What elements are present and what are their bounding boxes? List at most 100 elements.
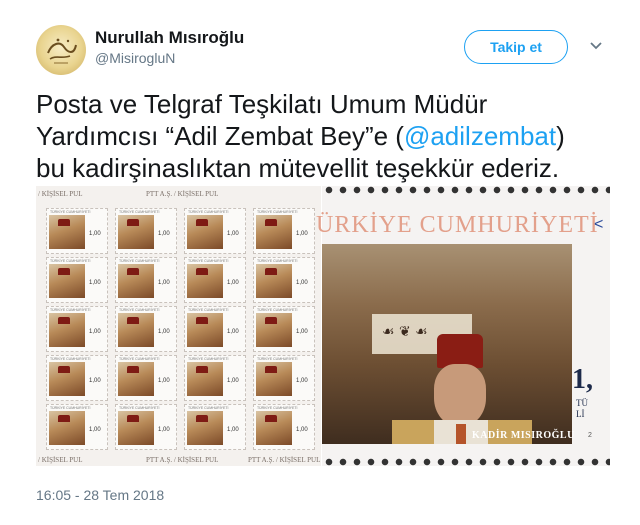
stamp-fez [196,317,208,324]
stamp-header: TÜRKİYE CUMHURİYETİ [257,259,298,263]
stamp-header: TÜRKİYE CUMHURİYETİ [50,259,91,263]
stamp-fez [127,268,139,275]
avatar[interactable] [36,25,86,75]
tweet-timestamp[interactable]: 16:05 - 28 Tem 2018 [36,487,164,503]
stamp-thumbnail: TÜRKİYE CUMHURİYETİ 1,00 [184,404,246,450]
stamp-thumbnail: TÜRKİYE CUMHURİYETİ 1,00 [115,257,177,303]
stamp-header: TÜRKİYE CUMHURİYETİ [119,308,160,312]
stamp-value-small: 1,00 [227,280,239,286]
stamp-fez [127,415,139,422]
stamp-fez [196,219,208,226]
follow-button[interactable]: Takip et [464,30,568,64]
stamp-thumbnail: TÜRKİYE CUMHURİYETİ 1,00 [115,355,177,401]
stamp-thumbnail: TÜRKİYE CUMHURİYETİ 1,00 [184,306,246,352]
sheet-label: / KİŞİSEL PUL [38,456,83,464]
stamp-sheet-image[interactable]: / KİŞİSEL PUL PTT A.Ş. / KİŞİSEL PUL TÜR… [36,186,321,466]
stamp-value-small: 1,00 [227,231,239,237]
stamp-fez [265,268,277,275]
stamp-fez [196,268,208,275]
stamp-header: TÜRKİYE CUMHURİYETİ [119,357,160,361]
stamp-fez [265,219,277,226]
tweet-text: Posta ve Telgraf Teşkilatı Umum Müdür Ya… [36,88,626,184]
stamp-title: ÜRKİYE CUMHURİYETİ [316,212,599,238]
stamp-thumbnail: TÜRKİYE CUMHURİYETİ 1,00 [46,306,108,352]
stamp-value-small: 1,00 [158,329,170,335]
stamp-header: TÜRKİYE CUMHURİYETİ [119,406,160,410]
tweet-text-paren: ) [556,121,565,151]
stamp-value: 1, [572,364,593,395]
stamp-header: TÜRKİYE CUMHURİYETİ [119,210,160,214]
stamp-value-small: 1,00 [89,280,101,286]
stamp-fez [58,317,70,324]
tweet-media[interactable]: / KİŞİSEL PUL PTT A.Ş. / KİŞİSEL PUL TÜR… [36,186,610,466]
portrait-photo: ☙ ❦ ☙ [322,244,572,444]
stamp-fez [265,317,277,324]
stamp-fez [127,366,139,373]
author-handle[interactable]: @MisirogluN [95,50,175,66]
stamp-fez [127,219,139,226]
stamp-thumbnail: TÜRKİYE CUMHURİYETİ 1,00 [253,355,315,401]
stamp-thumbnail: TÜRKİYE CUMHURİYETİ 1,00 [184,208,246,254]
stamp-thumbnail: TÜRKİYE CUMHURİYETİ 1,00 [115,208,177,254]
stamp-thumbnail: TÜRKİYE CUMHURİYETİ 1,00 [253,404,315,450]
stamp-value-small: 1,00 [158,427,170,433]
stamp-thumbnail: TÜRKİYE CUMHURİYETİ 1,00 [46,404,108,450]
stamp-header: TÜRKİYE CUMHURİYETİ [50,357,91,361]
stamp-header: TÜRKİYE CUMHURİYETİ [257,308,298,312]
sheet-label: PTT A.Ş. / KİŞİSEL PUL [248,456,321,464]
stamp-value-small: 1,00 [158,280,170,286]
stamp-header: TÜRKİYE CUMHURİYETİ [188,406,229,410]
sheet-label: / KİŞİSEL PUL [38,190,83,198]
stamp-header: TÜRKİYE CUMHURİYETİ [257,210,298,214]
stamp-fez [265,415,277,422]
stamp-value-small: 1,00 [89,427,101,433]
stamp-closeup-image[interactable]: ÜRKİYE CUMHURİYETİ < ☙ ❦ ☙ KADİR MISIROĞ… [316,186,610,466]
sheet-label: PTT A.Ş. / KİŞİSEL PUL [146,456,219,464]
stamp-value-small: 1,00 [158,378,170,384]
stamp-header: TÜRKİYE CUMHURİYETİ [188,357,229,361]
tweet-text-line1: Posta ve Telgraf Teşkilatı Umum Müdür [36,89,488,119]
tweet-text-line2: Yardımcısı “Adil Zembat Bey”e ( [36,121,404,151]
tweet-text-line3: bu kadirşinaslıktan mütevellit teşekkür … [36,153,560,183]
stamp-value-small: 1,00 [296,231,308,237]
stamp-header: TÜRKİYE CUMHURİYETİ [257,406,298,410]
stamp-value-small: 1,00 [296,280,308,286]
stamp-value-small: 1,00 [296,427,308,433]
stamp-thumbnail: TÜRKİYE CUMHURİYETİ 1,00 [115,306,177,352]
tie [456,424,466,444]
stamp-thumbnail: TÜRKİYE CUMHURİYETİ 1,00 [46,208,108,254]
stamp-fez [196,366,208,373]
stamp-header: TÜRKİYE CUMHURİYETİ [188,259,229,263]
stamp-header: TÜRKİYE CUMHURİYETİ [119,259,160,263]
stamp-side-line2: Lİ [576,409,585,419]
calligraphy-icon: ☙ ❦ ☙ [382,324,428,340]
stamp-value-small: 1,00 [296,329,308,335]
chevron-down-icon[interactable] [588,38,604,54]
side-mark-icon: < [594,216,604,233]
stamp-value-small: 1,00 [227,329,239,335]
stamp-fez [58,268,70,275]
stamp-side-line1: TÜ [576,398,588,408]
mention-link[interactable]: @adilzembat [404,121,556,151]
stamp-value-small: 1,00 [89,378,101,384]
stamp-thumbnail: TÜRKİYE CUMHURİYETİ 1,00 [184,257,246,303]
stamp-thumbnail: TÜRKİYE CUMHURİYETİ 1,00 [253,208,315,254]
stamp-value-small: 1,00 [89,231,101,237]
perforation-bottom [322,458,610,466]
stamp-value-small: 1,00 [227,427,239,433]
stamp-fez [265,366,277,373]
stamp-thumbnail: TÜRKİYE CUMHURİYETİ 1,00 [46,257,108,303]
stamp-thumbnail: TÜRKİYE CUMHURİYETİ 1,00 [115,404,177,450]
author-name[interactable]: Nurullah Mısıroğlu [95,28,244,48]
stamp-fez [58,366,70,373]
stamp-value-small: 1,00 [158,231,170,237]
stamp-thumbnail: TÜRKİYE CUMHURİYETİ 1,00 [46,355,108,401]
stamp-value-small: 1,00 [296,378,308,384]
perforation-top [322,186,610,194]
stamp-thumbnail: TÜRKİYE CUMHURİYETİ 1,00 [253,306,315,352]
stamp-fez [196,415,208,422]
stamp-fez [58,415,70,422]
stamp-value-small: 1,00 [89,329,101,335]
fez [437,334,483,368]
stamp-thumbnail: TÜRKİYE CUMHURİYETİ 1,00 [253,257,315,303]
